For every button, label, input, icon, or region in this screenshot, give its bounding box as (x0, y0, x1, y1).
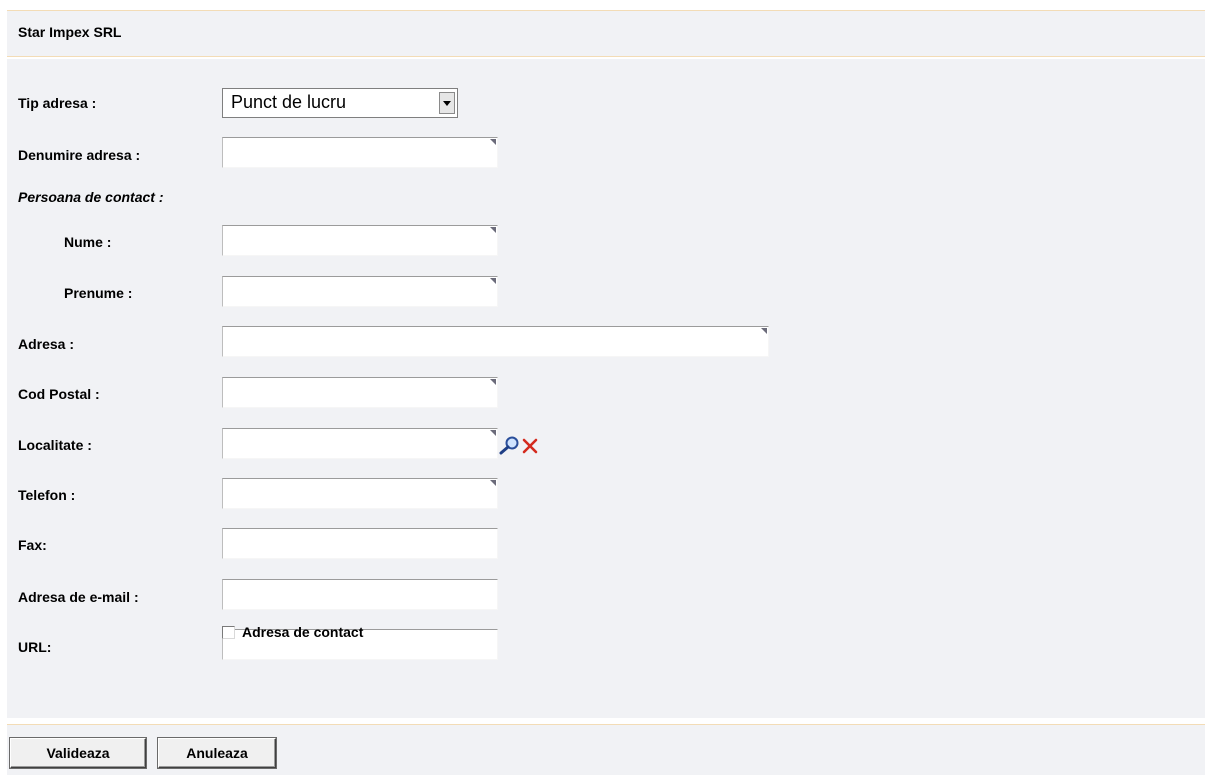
nume-field[interactable] (222, 225, 498, 256)
persoana-contact-label: Persoana de contact : (18, 189, 164, 205)
adresa-field[interactable] (222, 326, 769, 357)
email-field[interactable] (222, 579, 498, 610)
denumire-adresa-field[interactable] (222, 137, 498, 168)
adresa-contact-label[interactable]: Adresa de contact (242, 624, 363, 640)
denumire-adresa-label: Denumire adresa : (18, 147, 141, 163)
telefon-label: Telefon : (18, 487, 76, 503)
prenume-field[interactable] (222, 276, 498, 307)
fax-field[interactable] (222, 528, 498, 559)
clear-x-icon[interactable] (520, 436, 540, 456)
prenume-label: Prenume : (64, 285, 133, 301)
address-form: Tip adresa : Punct de lucru Denumire adr… (7, 59, 1205, 718)
nume-label: Nume : (64, 234, 112, 250)
cod-postal-label: Cod Postal : (18, 386, 100, 402)
adresa-contact-checkbox[interactable] (222, 626, 235, 639)
magnifier-icon[interactable] (499, 435, 521, 455)
email-label: Adresa de e-mail : (18, 589, 139, 605)
footer-bar: Valideaza Anuleaza (7, 724, 1205, 775)
tip-adresa-select[interactable]: Punct de lucru (222, 88, 458, 118)
url-label: URL: (18, 639, 52, 655)
localitate-field[interactable] (222, 428, 498, 459)
adresa-label: Adresa : (18, 336, 75, 352)
validate-button[interactable]: Valideaza (10, 738, 146, 768)
company-name: Star Impex SRL (18, 24, 122, 40)
cod-postal-field[interactable] (222, 377, 498, 408)
fax-label: Fax: (18, 537, 47, 553)
chevron-down-icon[interactable] (439, 92, 455, 114)
localitate-label: Localitate : (18, 437, 92, 453)
header-bar: Star Impex SRL (7, 10, 1205, 57)
tip-adresa-selected-value: Punct de lucru (231, 92, 347, 112)
cancel-button[interactable]: Anuleaza (158, 738, 276, 768)
telefon-field[interactable] (222, 478, 498, 509)
tip-adresa-label: Tip adresa : (18, 95, 97, 111)
